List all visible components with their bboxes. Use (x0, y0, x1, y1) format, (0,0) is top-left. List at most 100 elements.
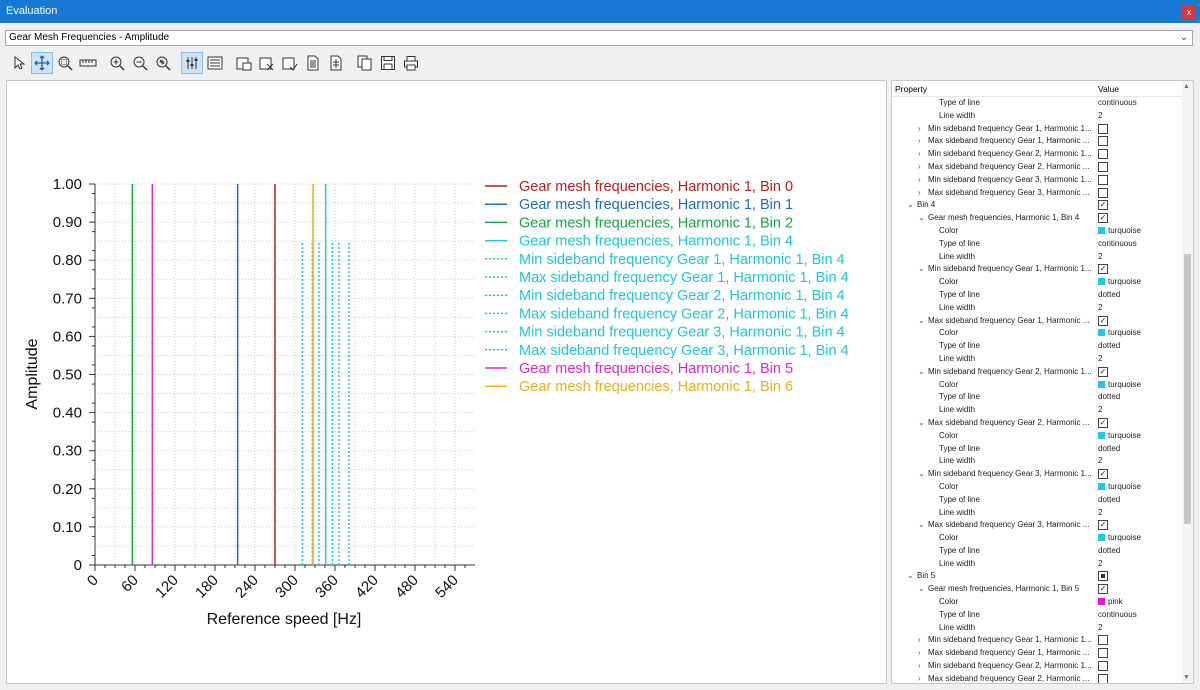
collapse-chevron-icon[interactable]: › (918, 124, 921, 133)
print-icon[interactable] (400, 52, 422, 74)
export-data-icon[interactable] (302, 52, 324, 74)
expand-chevron-icon[interactable]: ⌄ (907, 571, 914, 580)
property-row[interactable]: ⌄ Min sideband frequency Gear 3, Harmonic… (892, 468, 1182, 481)
property-value[interactable]: turquoise (1096, 327, 1182, 341)
visibility-checkbox[interactable] (1098, 648, 1108, 659)
close-button[interactable]: x (1182, 5, 1196, 19)
property-row[interactable]: Line width 2 (892, 621, 1182, 635)
property-row[interactable]: ⌄ Bin 5 (892, 570, 1182, 584)
property-value[interactable]: dotted (1096, 391, 1182, 405)
property-row[interactable]: Line width 2 (892, 109, 1182, 123)
evaluation-selector[interactable]: Gear Mesh Frequencies - Amplitude ⌄ (5, 30, 1193, 46)
expand-chevron-icon[interactable]: ⌄ (918, 469, 925, 478)
expand-chevron-icon[interactable]: ⌄ (907, 200, 914, 209)
visibility-checkbox[interactable] (1098, 673, 1108, 683)
visibility-checkbox[interactable] (1098, 635, 1108, 646)
property-row[interactable]: Line width 2 (892, 506, 1182, 520)
property-value[interactable]: continuous (1096, 237, 1182, 251)
property-row[interactable]: ⌄ Max sideband frequency Gear 1, Harmonic… (892, 314, 1182, 328)
property-value[interactable]: turquoise (1096, 480, 1182, 494)
visibility-checkbox[interactable]: ✓ (1098, 315, 1108, 326)
expand-chevron-icon[interactable]: ⌄ (918, 316, 925, 325)
property-value[interactable]: ✓ (1096, 583, 1182, 597)
export-image-2-icon[interactable] (256, 52, 278, 74)
export-image-icon[interactable] (233, 52, 255, 74)
property-row[interactable]: Type of line continuous (892, 237, 1182, 251)
property-row[interactable]: Color turquoise (892, 327, 1182, 341)
property-row[interactable]: › Max sideband frequency Gear 1, Harmonic… (892, 135, 1182, 149)
property-row[interactable]: Line width 2 (892, 455, 1182, 469)
property-value[interactable]: 2 (1096, 301, 1182, 315)
cursor-settings-icon[interactable] (181, 52, 203, 74)
collapse-chevron-icon[interactable]: › (918, 188, 921, 197)
property-row[interactable]: › Min sideband frequency Gear 1, Harmonic… (892, 634, 1182, 648)
property-value[interactable] (1096, 148, 1182, 161)
property-row[interactable]: Line width 2 (892, 404, 1182, 417)
collapse-chevron-icon[interactable]: › (918, 661, 921, 670)
property-value[interactable] (1096, 160, 1182, 174)
value-column-header[interactable]: Value (1098, 84, 1119, 94)
property-row[interactable]: ⌄ Min sideband frequency Gear 2, Harmonic… (892, 365, 1182, 379)
property-value[interactable] (1096, 672, 1182, 683)
property-value[interactable]: dotted (1096, 442, 1182, 456)
property-row[interactable]: Type of line dotted (892, 340, 1182, 353)
chevron-down-icon[interactable]: ⌄ (1180, 31, 1188, 45)
collapse-chevron-icon[interactable]: › (918, 635, 921, 644)
export-image-3-icon[interactable] (279, 52, 301, 74)
property-row[interactable]: › Min sideband frequency Gear 2, Harmonic… (892, 148, 1182, 161)
legend-icon[interactable] (204, 52, 226, 74)
pan-icon[interactable] (31, 52, 53, 74)
visibility-checkbox[interactable]: ✓ (1098, 200, 1108, 211)
visibility-checkbox[interactable] (1098, 174, 1108, 185)
property-column-header[interactable]: Property (895, 84, 927, 94)
collapse-chevron-icon[interactable]: › (918, 648, 921, 657)
property-value[interactable] (1096, 660, 1182, 673)
zoom-fit-icon[interactable] (152, 52, 174, 74)
property-value[interactable]: turquoise (1096, 276, 1182, 289)
zoom-box-icon[interactable] (54, 52, 76, 74)
property-row[interactable]: Color pink (892, 596, 1182, 609)
expand-chevron-icon[interactable]: ⌄ (918, 367, 925, 376)
property-value[interactable]: 2 (1096, 455, 1182, 469)
property-row[interactable]: Color turquoise (892, 224, 1182, 238)
visibility-checkbox[interactable] (1098, 661, 1108, 672)
property-value[interactable] (1096, 135, 1182, 149)
expand-chevron-icon[interactable]: ⌄ (918, 584, 925, 593)
property-row[interactable]: Type of line dotted (892, 442, 1182, 456)
property-value[interactable]: dotted (1096, 340, 1182, 353)
property-row[interactable]: Color turquoise (892, 429, 1182, 443)
select-icon[interactable] (8, 52, 30, 74)
property-value[interactable] (1096, 647, 1182, 661)
property-value[interactable]: 2 (1096, 621, 1182, 635)
property-value[interactable]: dotted (1096, 288, 1182, 302)
property-row[interactable]: › Max sideband frequency Gear 2, Harmonic… (892, 160, 1182, 174)
visibility-checkbox[interactable] (1098, 571, 1108, 582)
property-row[interactable]: ⌄ Bin 4 ✓ (892, 199, 1182, 213)
scroll-down-icon[interactable]: ▼ (1183, 674, 1190, 681)
visibility-checkbox[interactable]: ✓ (1098, 469, 1108, 480)
property-row[interactable]: Line width 2 (892, 352, 1182, 366)
property-row[interactable]: Color turquoise (892, 532, 1182, 545)
scroll-up-icon[interactable]: ▲ (1183, 83, 1190, 90)
property-value[interactable]: 2 (1096, 557, 1182, 571)
property-row[interactable]: Type of line dotted (892, 544, 1182, 558)
expand-chevron-icon[interactable]: ⌄ (918, 213, 925, 222)
save-icon[interactable] (377, 52, 399, 74)
property-value[interactable]: pink (1096, 596, 1182, 609)
collapse-chevron-icon[interactable]: › (918, 136, 921, 145)
property-value[interactable]: 2 (1096, 250, 1182, 264)
visibility-checkbox[interactable] (1098, 187, 1108, 198)
property-value[interactable] (1096, 173, 1182, 187)
property-row[interactable]: Type of line dotted (892, 493, 1182, 507)
visibility-checkbox[interactable]: ✓ (1098, 417, 1108, 428)
property-value[interactable]: 2 (1096, 352, 1182, 366)
property-value[interactable]: ✓ (1096, 212, 1182, 225)
export-data-2-icon[interactable] (325, 52, 347, 74)
property-value[interactable]: ✓ (1096, 314, 1182, 328)
property-row[interactable]: Type of line dotted (892, 391, 1182, 405)
visibility-checkbox[interactable]: ✓ (1098, 366, 1108, 377)
property-value[interactable]: continuous (1096, 608, 1182, 622)
property-value[interactable]: turquoise (1096, 429, 1182, 443)
zoom-in-icon[interactable] (106, 52, 128, 74)
property-value[interactable]: ✓ (1096, 468, 1182, 481)
